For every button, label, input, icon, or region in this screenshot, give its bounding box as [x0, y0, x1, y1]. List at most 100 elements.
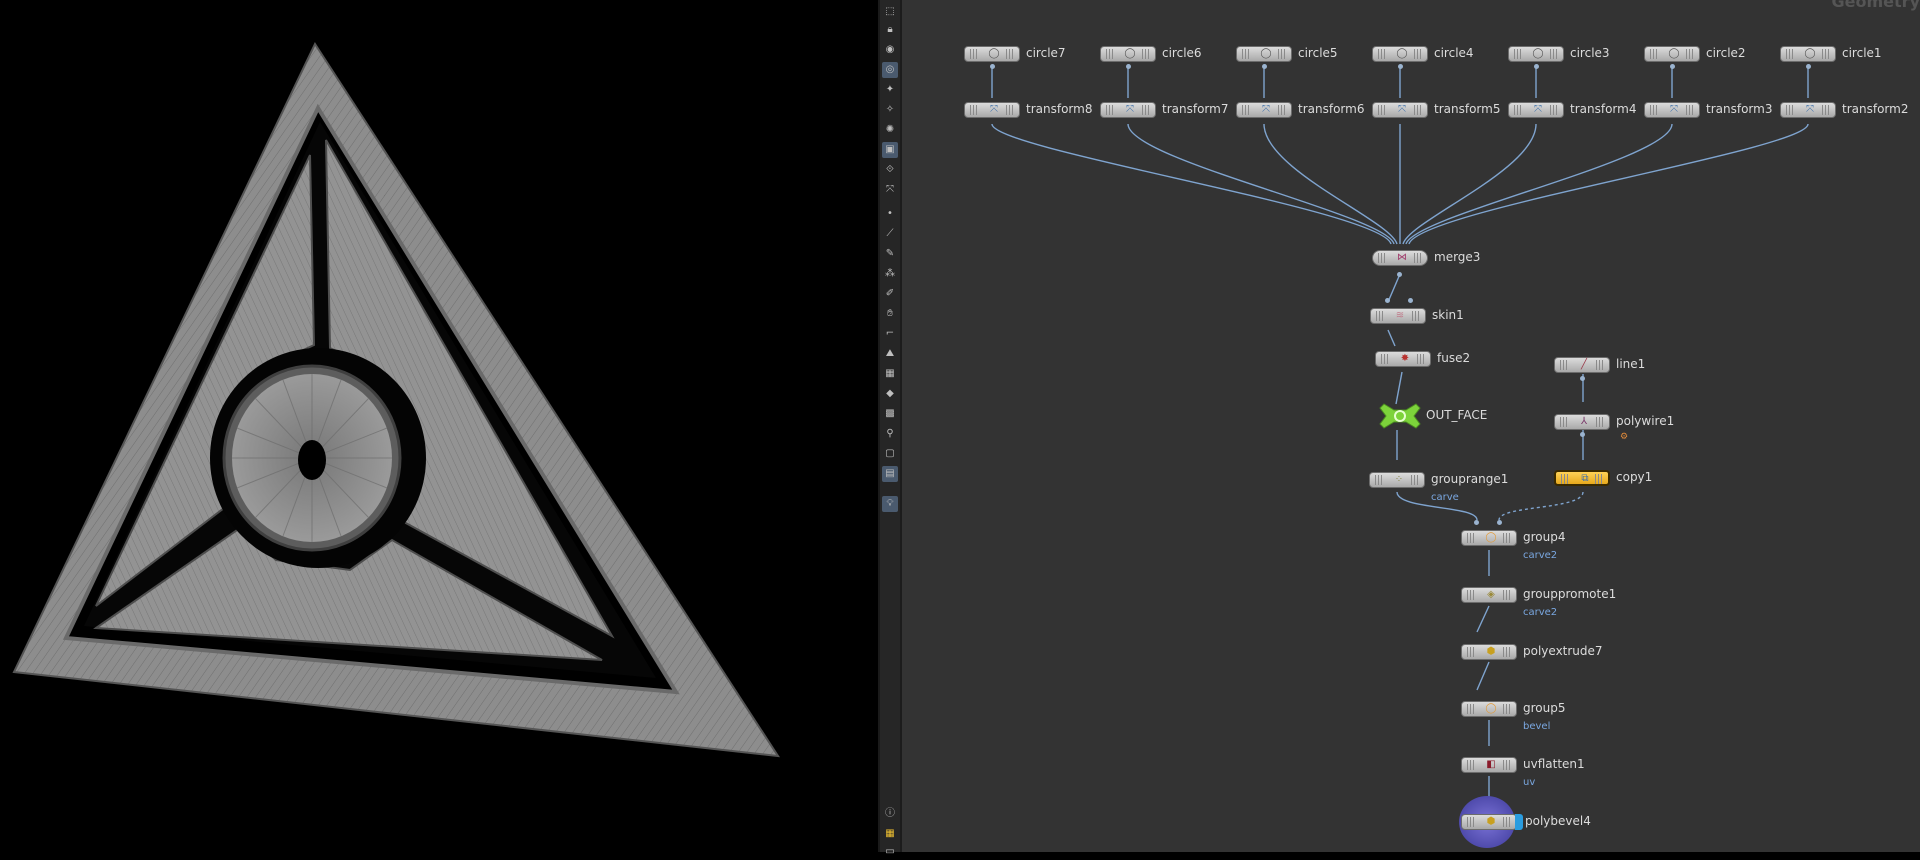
lock-icon[interactable]: 🔒︎: [882, 22, 898, 38]
uvflatten-icon: ◧: [1486, 759, 1496, 770]
node-label: merge3: [1434, 250, 1481, 264]
node-label: circle7: [1026, 46, 1066, 60]
node-label: line1: [1616, 357, 1646, 371]
pin-icon[interactable]: ⚲: [882, 426, 898, 442]
transform-icon: ⤧: [1126, 104, 1134, 115]
input-connector[interactable]: [1474, 520, 1479, 525]
handle-icon[interactable]: ⟐: [882, 162, 898, 178]
grid-icon[interactable]: ▦: [882, 366, 898, 382]
paint-icon[interactable]: ✐: [882, 286, 898, 302]
light-icon-2[interactable]: ✧: [882, 102, 898, 118]
skin-icon: ≋: [1395, 310, 1405, 321]
input-connector[interactable]: [1408, 298, 1413, 303]
merge-icon: ⋈: [1397, 252, 1407, 263]
node-label: OUT_FACE: [1426, 408, 1488, 422]
transform-icon: ⤧: [1534, 104, 1542, 115]
vertex-icon[interactable]: ⁂: [882, 266, 898, 282]
uv-icon[interactable]: ▩: [882, 406, 898, 422]
transform-icon: ⤧: [1670, 104, 1678, 115]
node-group-name: bevel: [1523, 721, 1551, 732]
snapshot-icon[interactable]: ✺: [882, 122, 898, 138]
node-label: uvflatten1: [1523, 757, 1585, 771]
output-connector[interactable]: [1534, 64, 1539, 69]
group-icon: ◯: [1485, 532, 1497, 543]
network-editor[interactable]: Geometry ◯ circle7 ◯ circle6 ◯ circle5 ◯…: [902, 0, 1920, 852]
grouppromote-icon: ◈: [1487, 589, 1495, 600]
center-hole: [298, 440, 326, 480]
circle-icon: ◯: [988, 48, 1000, 59]
output-connector[interactable]: [1670, 64, 1675, 69]
3d-viewport[interactable]: [0, 0, 878, 852]
group-icon: ◯: [1485, 703, 1497, 714]
transform-icon: ⤧: [990, 104, 998, 115]
output-connector[interactable]: [1580, 432, 1585, 437]
node-label: circle3: [1570, 46, 1610, 60]
circle-icon: ◯: [1124, 48, 1136, 59]
node-label: circle1: [1842, 46, 1882, 60]
polywire-icon: ⅄: [1580, 416, 1588, 427]
light-bulb-icon[interactable]: 💡︎: [882, 496, 898, 512]
node-group-name: carve2: [1523, 607, 1558, 618]
node-label: transform7: [1162, 102, 1229, 116]
visibility-icon[interactable]: ◉: [882, 42, 898, 58]
transform-icon[interactable]: ⤧: [882, 182, 898, 198]
snap-icon[interactable]: ◆: [882, 386, 898, 402]
layout-icon[interactable]: ▦: [882, 826, 898, 842]
output-connector[interactable]: [1397, 272, 1402, 277]
circle-icon: ◯: [1668, 48, 1680, 59]
node-label: copy1: [1616, 470, 1653, 484]
render-icon[interactable]: ▤: [882, 466, 898, 482]
node-label: transform8: [1026, 102, 1093, 116]
point-icon[interactable]: •: [882, 206, 898, 222]
edge-icon[interactable]: ⟋: [882, 226, 898, 242]
node-label: group5: [1523, 701, 1566, 715]
camera-icon[interactable]: ◎: [882, 62, 898, 78]
output-connector[interactable]: [990, 64, 995, 69]
node-label: group4: [1523, 530, 1566, 544]
node-label: polyextrude7: [1523, 644, 1603, 658]
measure-icon[interactable]: ⌐: [882, 326, 898, 342]
input-connector[interactable]: [1497, 520, 1502, 525]
node-label: circle5: [1298, 46, 1338, 60]
viewport-toolbar: ⬚ 🔒︎ ◉ ◎ ✦ ✧ ✺ ▣ ⟐ ⤧ • ⟋ ✎ ⁂ ✐ ✋︎ ⌐ ⛰︎ ▦…: [880, 0, 902, 857]
node-label: fuse2: [1437, 351, 1471, 365]
fuse-icon: ✸: [1400, 353, 1410, 364]
node-group-name: uv: [1523, 777, 1536, 788]
node-label: polywire1: [1616, 414, 1675, 428]
output-connector[interactable]: [1580, 376, 1585, 381]
select-icon[interactable]: ⬚: [882, 4, 898, 20]
bottom-icon[interactable]: ▭: [882, 844, 898, 860]
triangle-emblem-model: [12, 41, 780, 758]
node-label: transform4: [1570, 102, 1637, 116]
node-group-name: carve: [1431, 492, 1459, 503]
node-label: polybevel4: [1525, 814, 1591, 828]
node-label: circle4: [1434, 46, 1474, 60]
sculpt-icon[interactable]: ✋︎: [882, 306, 898, 322]
terrain-icon[interactable]: ⛰︎: [882, 346, 898, 362]
node-label: transform6: [1298, 102, 1365, 116]
input-connector[interactable]: [1385, 298, 1390, 303]
output-connector[interactable]: [1398, 64, 1403, 69]
brush-icon[interactable]: ✎: [882, 246, 898, 262]
node-group-name: carve2: [1523, 550, 1558, 561]
grouprange-icon: ⁘: [1394, 474, 1404, 485]
info-icon[interactable]: ⓘ: [882, 806, 898, 822]
circle-icon: ◯: [1396, 48, 1408, 59]
display-icon[interactable]: ▣: [882, 142, 898, 158]
box-icon[interactable]: ▢: [882, 446, 898, 462]
output-node-icon: [1379, 403, 1421, 429]
circle-icon: ◯: [1804, 48, 1816, 59]
circle-icon: ◯: [1260, 48, 1272, 59]
output-connector[interactable]: [1262, 64, 1267, 69]
polyextrude-icon: ⬢: [1486, 646, 1496, 657]
output-connector[interactable]: [1806, 64, 1811, 69]
light-icon[interactable]: ✦: [882, 82, 898, 98]
display-flag[interactable]: [1515, 814, 1523, 830]
node-label: transform3: [1706, 102, 1773, 116]
polybevel-icon: ⬢: [1486, 816, 1496, 827]
transform-icon: ⤧: [1806, 104, 1814, 115]
node-label: circle2: [1706, 46, 1746, 60]
transform-icon: ⤧: [1398, 104, 1406, 115]
circle-icon: ◯: [1532, 48, 1544, 59]
output-connector[interactable]: [1126, 64, 1131, 69]
